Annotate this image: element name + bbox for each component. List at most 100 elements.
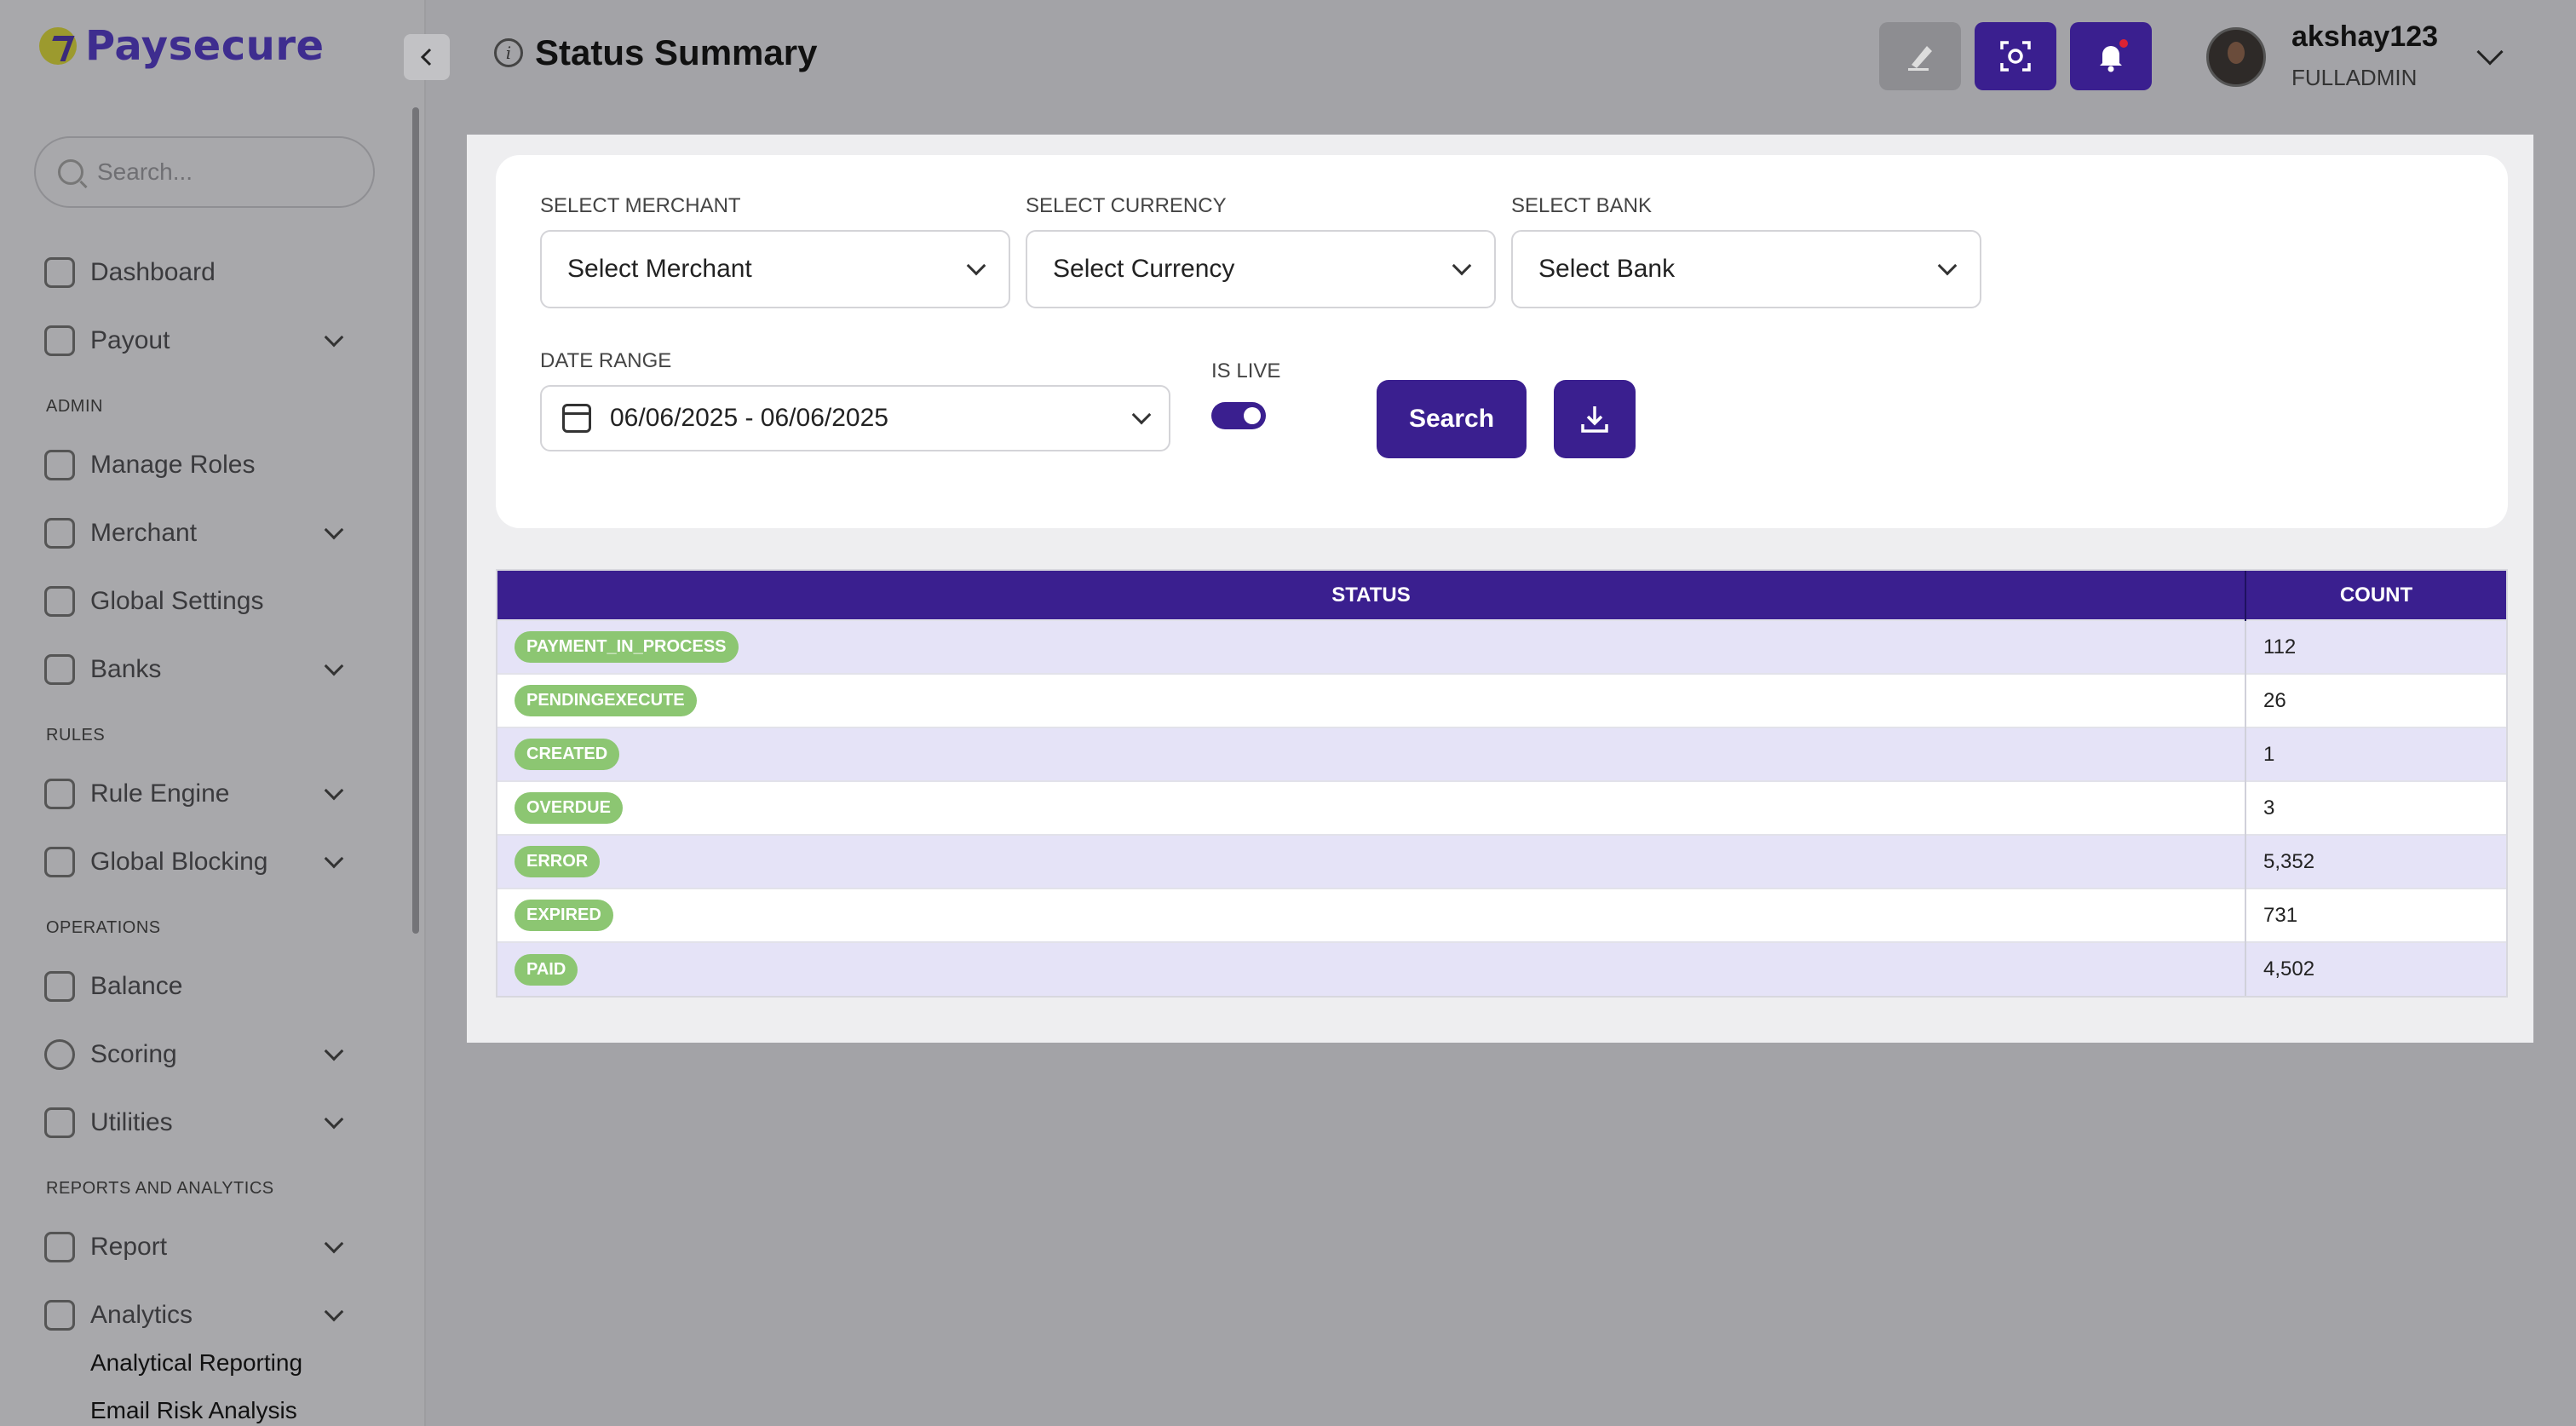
status-badge: OVERDUE: [515, 792, 623, 824]
table-row: EXPIRED 731: [497, 888, 2506, 942]
table-row: PAID 4,502: [497, 941, 2506, 996]
status-cell: OVERDUE: [497, 780, 2245, 835]
table-header-row: STATUS COUNT: [497, 571, 2506, 620]
collapse-sidebar-button[interactable]: [404, 34, 450, 80]
status-cell: EXPIRED: [497, 888, 2245, 942]
highlighter-button[interactable]: [1879, 22, 1961, 90]
sidebar-item-label: Dashboard: [90, 258, 216, 286]
status-cell: ERROR: [497, 834, 2245, 888]
is-live-label: IS LIVE: [1211, 359, 1281, 382]
sidebar-item-rule-engine[interactable]: Rule Engine: [44, 768, 351, 819]
table-row: PENDINGEXECUTE 26: [497, 673, 2506, 727]
chevron-down-icon: [324, 1109, 344, 1130]
date-range-picker[interactable]: 06/06/2025 - 06/06/2025: [540, 385, 1170, 451]
sidebar-item-scoring[interactable]: Scoring: [44, 1029, 351, 1080]
search-button[interactable]: Search: [1377, 380, 1527, 458]
count-cell: 26: [2245, 673, 2506, 727]
scoring-icon: [44, 1039, 75, 1070]
page-title: Status Summary: [535, 32, 818, 72]
status-cell: PAID: [497, 941, 2245, 996]
sidebar-item-global-settings[interactable]: Global Settings: [44, 576, 351, 627]
sidebar-item-balance[interactable]: Balance: [44, 961, 351, 1012]
chevron-down-icon: [1452, 256, 1472, 276]
rule-engine-icon: [44, 779, 75, 809]
logo[interactable]: Paysecure: [39, 22, 325, 70]
currency-select[interactable]: Select Currency: [1026, 230, 1496, 308]
main-panel: SELECT MERCHANT Select Merchant SELECT C…: [467, 135, 2533, 1043]
sidebar-item-merchant[interactable]: Merchant: [44, 508, 351, 559]
user-name: akshay123: [2291, 20, 2439, 53]
screenshot-button[interactable]: [1975, 22, 2056, 90]
sidebar-item-label: Utilities: [90, 1108, 173, 1136]
sidebar-subitem-email-risk-analysis[interactable]: Email Risk Analysis: [90, 1397, 297, 1424]
bank-icon: [44, 654, 75, 685]
sidebar: Paysecure Dashboard Payout ADMIN Manage …: [0, 0, 426, 1426]
chevron-down-icon: [324, 848, 344, 869]
payout-icon: [44, 325, 75, 356]
sidebar-item-label: Manage Roles: [90, 451, 256, 479]
logo-text: Paysecure: [85, 22, 325, 70]
chevron-down-icon: [324, 780, 344, 801]
filter-card: SELECT MERCHANT Select Merchant SELECT C…: [496, 155, 2508, 528]
section-label-rules: RULES: [46, 726, 106, 745]
search-input[interactable]: [97, 158, 353, 186]
sidebar-item-utilities[interactable]: Utilities: [44, 1097, 351, 1148]
sidebar-search[interactable]: [34, 136, 375, 208]
count-cell: 731: [2245, 888, 2506, 942]
user-menu-chevron-icon[interactable]: [2476, 38, 2504, 66]
sidebar-scrollbar[interactable]: [412, 107, 419, 934]
merchant-icon: [44, 518, 75, 549]
status-cell: PAYMENT_IN_PROCESS: [497, 619, 2245, 674]
calendar-icon: [562, 404, 591, 433]
status-badge: PENDINGEXECUTE: [515, 685, 697, 716]
roles-icon: [44, 450, 75, 480]
chevron-down-icon: [324, 520, 344, 540]
sidebar-item-label: Global Blocking: [90, 848, 268, 876]
sidebar-item-report[interactable]: Report: [44, 1222, 351, 1273]
dollar-icon: [44, 971, 75, 1002]
info-icon[interactable]: i: [494, 38, 523, 67]
column-header-count[interactable]: COUNT: [2245, 571, 2506, 620]
date-range-value: 06/06/2025 - 06/06/2025: [610, 404, 888, 432]
currency-select-value: Select Currency: [1053, 255, 1235, 283]
sidebar-item-manage-roles[interactable]: Manage Roles: [44, 440, 351, 491]
bar-chart-icon: [44, 1300, 75, 1331]
status-badge: CREATED: [515, 739, 620, 770]
highlighter-icon: [1908, 46, 1932, 71]
sidebar-item-label: Rule Engine: [90, 779, 230, 808]
sidebar-item-label: Merchant: [90, 519, 198, 547]
user-role: FULLADMIN: [2291, 65, 2418, 90]
dashboard-icon: [44, 257, 75, 288]
sidebar-subitem-analytical-reporting[interactable]: Analytical Reporting: [90, 1349, 302, 1377]
status-cell: PENDINGEXECUTE: [497, 673, 2245, 727]
download-button[interactable]: [1554, 380, 1636, 458]
sidebar-item-label: Banks: [90, 655, 162, 683]
sidebar-item-payout[interactable]: Payout: [44, 315, 351, 366]
is-live-toggle[interactable]: [1211, 402, 1266, 429]
table-row: CREATED 1: [497, 727, 2506, 781]
count-cell: 3: [2245, 780, 2506, 835]
avatar[interactable]: [2206, 27, 2266, 87]
chevron-down-icon: [324, 1302, 344, 1322]
notifications-button[interactable]: [2070, 22, 2152, 90]
screenshot-icon: [2000, 41, 2031, 72]
column-header-status[interactable]: STATUS: [497, 571, 2245, 620]
count-cell: 4,502: [2245, 941, 2506, 996]
chevron-down-icon: [966, 256, 986, 276]
sidebar-item-label: Balance: [90, 972, 183, 1000]
sidebar-item-global-blocking[interactable]: Global Blocking: [44, 837, 351, 888]
sidebar-item-banks[interactable]: Banks: [44, 644, 351, 695]
chevron-left-icon: [420, 48, 432, 66]
sidebar-item-dashboard[interactable]: Dashboard: [44, 247, 351, 298]
merchant-label: SELECT MERCHANT: [540, 194, 741, 217]
count-cell: 112: [2245, 619, 2506, 674]
logo-icon: [39, 27, 77, 65]
search-icon: [58, 159, 83, 185]
bank-select[interactable]: Select Bank: [1511, 230, 1981, 308]
chevron-down-icon: [324, 656, 344, 676]
merchant-select[interactable]: Select Merchant: [540, 230, 1010, 308]
table-row: PAYMENT_IN_PROCESS 112: [497, 619, 2506, 674]
globe-block-icon: [44, 847, 75, 877]
status-badge: PAYMENT_IN_PROCESS: [515, 631, 739, 663]
sidebar-item-analytics[interactable]: Analytics: [44, 1290, 351, 1341]
